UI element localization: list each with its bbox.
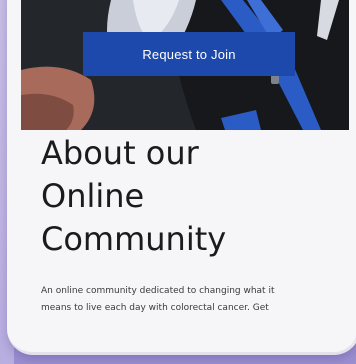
about-heading: About our Online Community [41, 132, 341, 261]
about-description-line-2: means to live each day with colorectal c… [41, 303, 269, 313]
phone-card: Request to Join About our Online Communi… [7, 0, 356, 355]
about-heading-line-2: Online [41, 177, 145, 215]
request-to-join-button[interactable]: Request to Join [83, 32, 295, 76]
about-description: An online community dedicated to changin… [41, 283, 341, 317]
about-heading-line-1: About our [41, 134, 199, 172]
about-heading-line-3: Community [41, 220, 227, 258]
hero-image: Request to Join [21, 0, 349, 130]
about-description-line-1: An online community dedicated to changin… [41, 286, 275, 296]
